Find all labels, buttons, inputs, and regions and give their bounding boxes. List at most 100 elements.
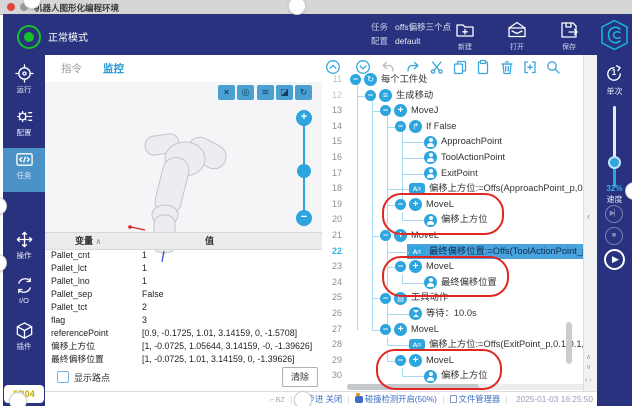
- tree-node-wait[interactable]: 等待：10.0s: [347, 306, 583, 322]
- variable-row[interactable]: referencePoint[0.9, -0.1725, 1.01, 3.141…: [45, 327, 322, 340]
- collision-robot-icon: [355, 396, 363, 403]
- variable-name: Pallet_lct: [51, 262, 87, 275]
- collapse-bubble-icon[interactable]: [380, 230, 391, 241]
- zoom-slider-handle[interactable]: [297, 164, 311, 178]
- stop-button[interactable]: [605, 227, 623, 245]
- variable-name: referencePoint: [51, 327, 108, 340]
- variable-row[interactable]: 偏移上方位[1, -0.0725, 1.05644, 3.14159, -0, …: [45, 340, 322, 353]
- reset-view-icon[interactable]: [295, 85, 312, 100]
- collapse-bubble-icon[interactable]: [350, 74, 361, 85]
- zoom-out-button[interactable]: −: [296, 210, 312, 226]
- sidebar-label: 运行: [3, 84, 45, 95]
- collapse-bubble-icon[interactable]: [365, 90, 376, 101]
- speed-slider-handle[interactable]: [608, 156, 621, 169]
- open-task-button[interactable]: 打开: [495, 19, 539, 52]
- sidebar-label: 配置: [3, 127, 45, 138]
- variable-row[interactable]: Pallet_cnt1: [45, 249, 322, 262]
- scroll-left-right-icon[interactable]: ‹ ›: [585, 377, 592, 384]
- new-task-button[interactable]: 新建: [443, 19, 487, 52]
- gear-icon: [15, 107, 34, 126]
- robot-3d-view[interactable]: + −: [45, 82, 322, 233]
- task-label: 任务: [371, 22, 388, 32]
- list-icon: [379, 89, 392, 102]
- tree-node-waypoint[interactable]: ToolActionPoint: [347, 150, 583, 166]
- variable-value: 1: [142, 249, 147, 262]
- save-task-button[interactable]: 保存: [547, 19, 591, 52]
- variable-name: Pallet_lno: [51, 275, 90, 288]
- config-label: 配置: [371, 36, 388, 46]
- variable-row[interactable]: flag3: [45, 314, 322, 327]
- tab-monitor[interactable]: 监控: [103, 61, 124, 76]
- variables-value-header: 值: [205, 233, 214, 249]
- window-title: 机器人图形化编程环境: [34, 2, 119, 14]
- new-file-icon: [454, 19, 476, 41]
- collapse-bubble-icon[interactable]: [380, 105, 391, 116]
- tree-node-foreach[interactable]: 每个工件处: [347, 72, 583, 88]
- sidebar-item-config[interactable]: 配置: [3, 105, 45, 149]
- red-annotation-oval: [376, 349, 502, 390]
- eraser-icon[interactable]: [276, 85, 293, 100]
- scroll-up-icon[interactable]: ∧: [586, 353, 591, 361]
- line-number-gutter: 11 12 13 14 15 16 17 18 19 20 21 22 23 2…: [322, 55, 347, 391]
- sort-ascending-icon[interactable]: [96, 237, 102, 246]
- sidebar-item-task[interactable]: 任务: [3, 148, 45, 192]
- scroll-down-icon[interactable]: ∨: [586, 363, 591, 371]
- variable-row[interactable]: Pallet_tct2: [45, 301, 322, 314]
- screen-artifact: [294, 391, 312, 406]
- tree-node-if[interactable]: If False: [347, 119, 583, 135]
- variable-name: flag: [51, 314, 65, 327]
- tree-node-label: If False: [426, 121, 456, 131]
- speed-slider-track[interactable]: [613, 106, 616, 162]
- eye-visibility-icon[interactable]: [237, 85, 254, 100]
- variables-name-header[interactable]: 变量: [75, 236, 93, 246]
- variable-row[interactable]: Pallet_lct 1: [45, 262, 322, 275]
- tree-node-label: 等待：10.0s: [426, 308, 477, 318]
- status-bar: BZ 步进 关闭 碰撞检测开启(50%) 文件管理器 2025-01-03 16…: [45, 391, 597, 406]
- config-value: default: [395, 36, 421, 46]
- show-waypoints-checkbox[interactable]: [57, 371, 69, 383]
- tree-node-movel[interactable]: MoveL: [347, 322, 583, 338]
- tree-node-genmove[interactable]: 生成移动: [347, 88, 583, 104]
- tree-node-label: ExitPoint: [441, 168, 478, 178]
- sidebar-item-io[interactable]: I/O: [3, 274, 45, 318]
- sidebar-item-plugin[interactable]: 插件: [3, 319, 45, 363]
- tree-node-label: 每个工件处: [381, 74, 428, 84]
- joints-icon[interactable]: [257, 85, 274, 100]
- tree-node-label: 最终偏移位置:=Offs(ToolActionPoint_p,0.1,0.: [429, 246, 583, 256]
- tree-vertical-scrollbar[interactable]: [566, 322, 572, 364]
- collapse-bubble-icon[interactable]: [380, 293, 391, 304]
- variable-value: [1, -0.0725, 1.05644, 3.14159, -0, -1.39…: [142, 340, 312, 353]
- tree-node-waypoint[interactable]: ExitPoint: [347, 166, 583, 182]
- variable-row[interactable]: Pallet_lno1: [45, 275, 322, 288]
- clear-button[interactable]: 清除: [282, 367, 318, 387]
- close-window-icon[interactable]: [7, 3, 15, 11]
- play-button[interactable]: [604, 249, 625, 270]
- collapse-panel-icon[interactable]: ‹: [587, 211, 590, 221]
- tab-instruction[interactable]: 指令: [61, 61, 82, 76]
- zoom-in-button[interactable]: +: [296, 110, 312, 126]
- line-number: 27: [322, 322, 347, 338]
- variable-row[interactable]: Pallet_sepFalse: [45, 288, 322, 301]
- save-icon: [558, 19, 580, 41]
- move-icon: [394, 323, 407, 336]
- tree-node-movej[interactable]: MoveJ: [347, 103, 583, 119]
- sidebar-item-run[interactable]: 运行: [3, 62, 45, 106]
- single-run-count: 1: [604, 68, 624, 77]
- tree-side-strip: ‹ ∧ ∨ ‹ ›: [583, 55, 597, 391]
- line-number: 20: [322, 212, 347, 228]
- collapse-bubble-icon[interactable]: [380, 324, 391, 335]
- line-number: 28: [322, 337, 347, 353]
- red-annotation-oval: [382, 193, 504, 235]
- line-number: 21: [322, 228, 347, 244]
- file-manager-link[interactable]: 文件管理器: [450, 394, 501, 404]
- variable-value: 1: [142, 262, 147, 275]
- collision-detection-status[interactable]: 碰撞检测开启(50%): [355, 394, 437, 404]
- tree-node-waypoint[interactable]: ApproachPoint: [347, 134, 583, 150]
- tree-node-label: ToolActionPoint: [441, 152, 505, 162]
- collapse-bubble-icon[interactable]: [395, 121, 406, 132]
- tree-node-label: 偏移上方位:=Offs(ExitPoint_p,0.1,0.1,d2r(10: [429, 339, 583, 349]
- tools-icon[interactable]: [218, 85, 235, 100]
- variable-value: False: [142, 288, 164, 301]
- step-run-button[interactable]: [605, 205, 623, 223]
- sidebar-item-operate[interactable]: 操作: [3, 228, 45, 272]
